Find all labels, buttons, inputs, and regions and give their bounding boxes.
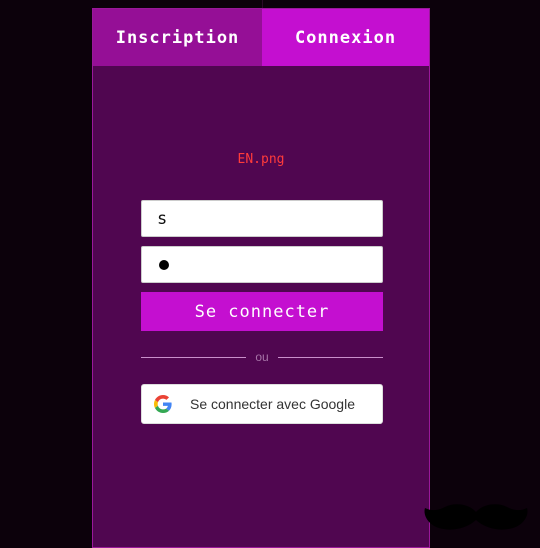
password-mask-dot [159, 259, 169, 270]
password-input[interactable] [141, 246, 383, 283]
logo-broken-image: EN.png [237, 152, 285, 167]
separator-text: ou [255, 350, 269, 364]
google-g-icon [154, 395, 172, 413]
auth-panel: Inscription Connexion EN.png s Se connec… [92, 8, 430, 548]
login-button[interactable]: Se connecter [141, 292, 383, 331]
username-input[interactable]: s [141, 200, 383, 237]
or-separator: ou [141, 349, 383, 365]
separator-line-right [278, 356, 383, 358]
tab-inscription[interactable]: Inscription [93, 9, 262, 66]
separator-line-left [141, 356, 246, 358]
google-login-button[interactable]: Se connecter avec Google [141, 384, 383, 424]
tab-connexion[interactable]: Connexion [262, 9, 429, 66]
username-value: s [157, 208, 168, 229]
mustache-icon [424, 504, 528, 530]
auth-tabs: Inscription Connexion [93, 9, 429, 66]
google-login-label: Se connecter avec Google [190, 396, 355, 412]
